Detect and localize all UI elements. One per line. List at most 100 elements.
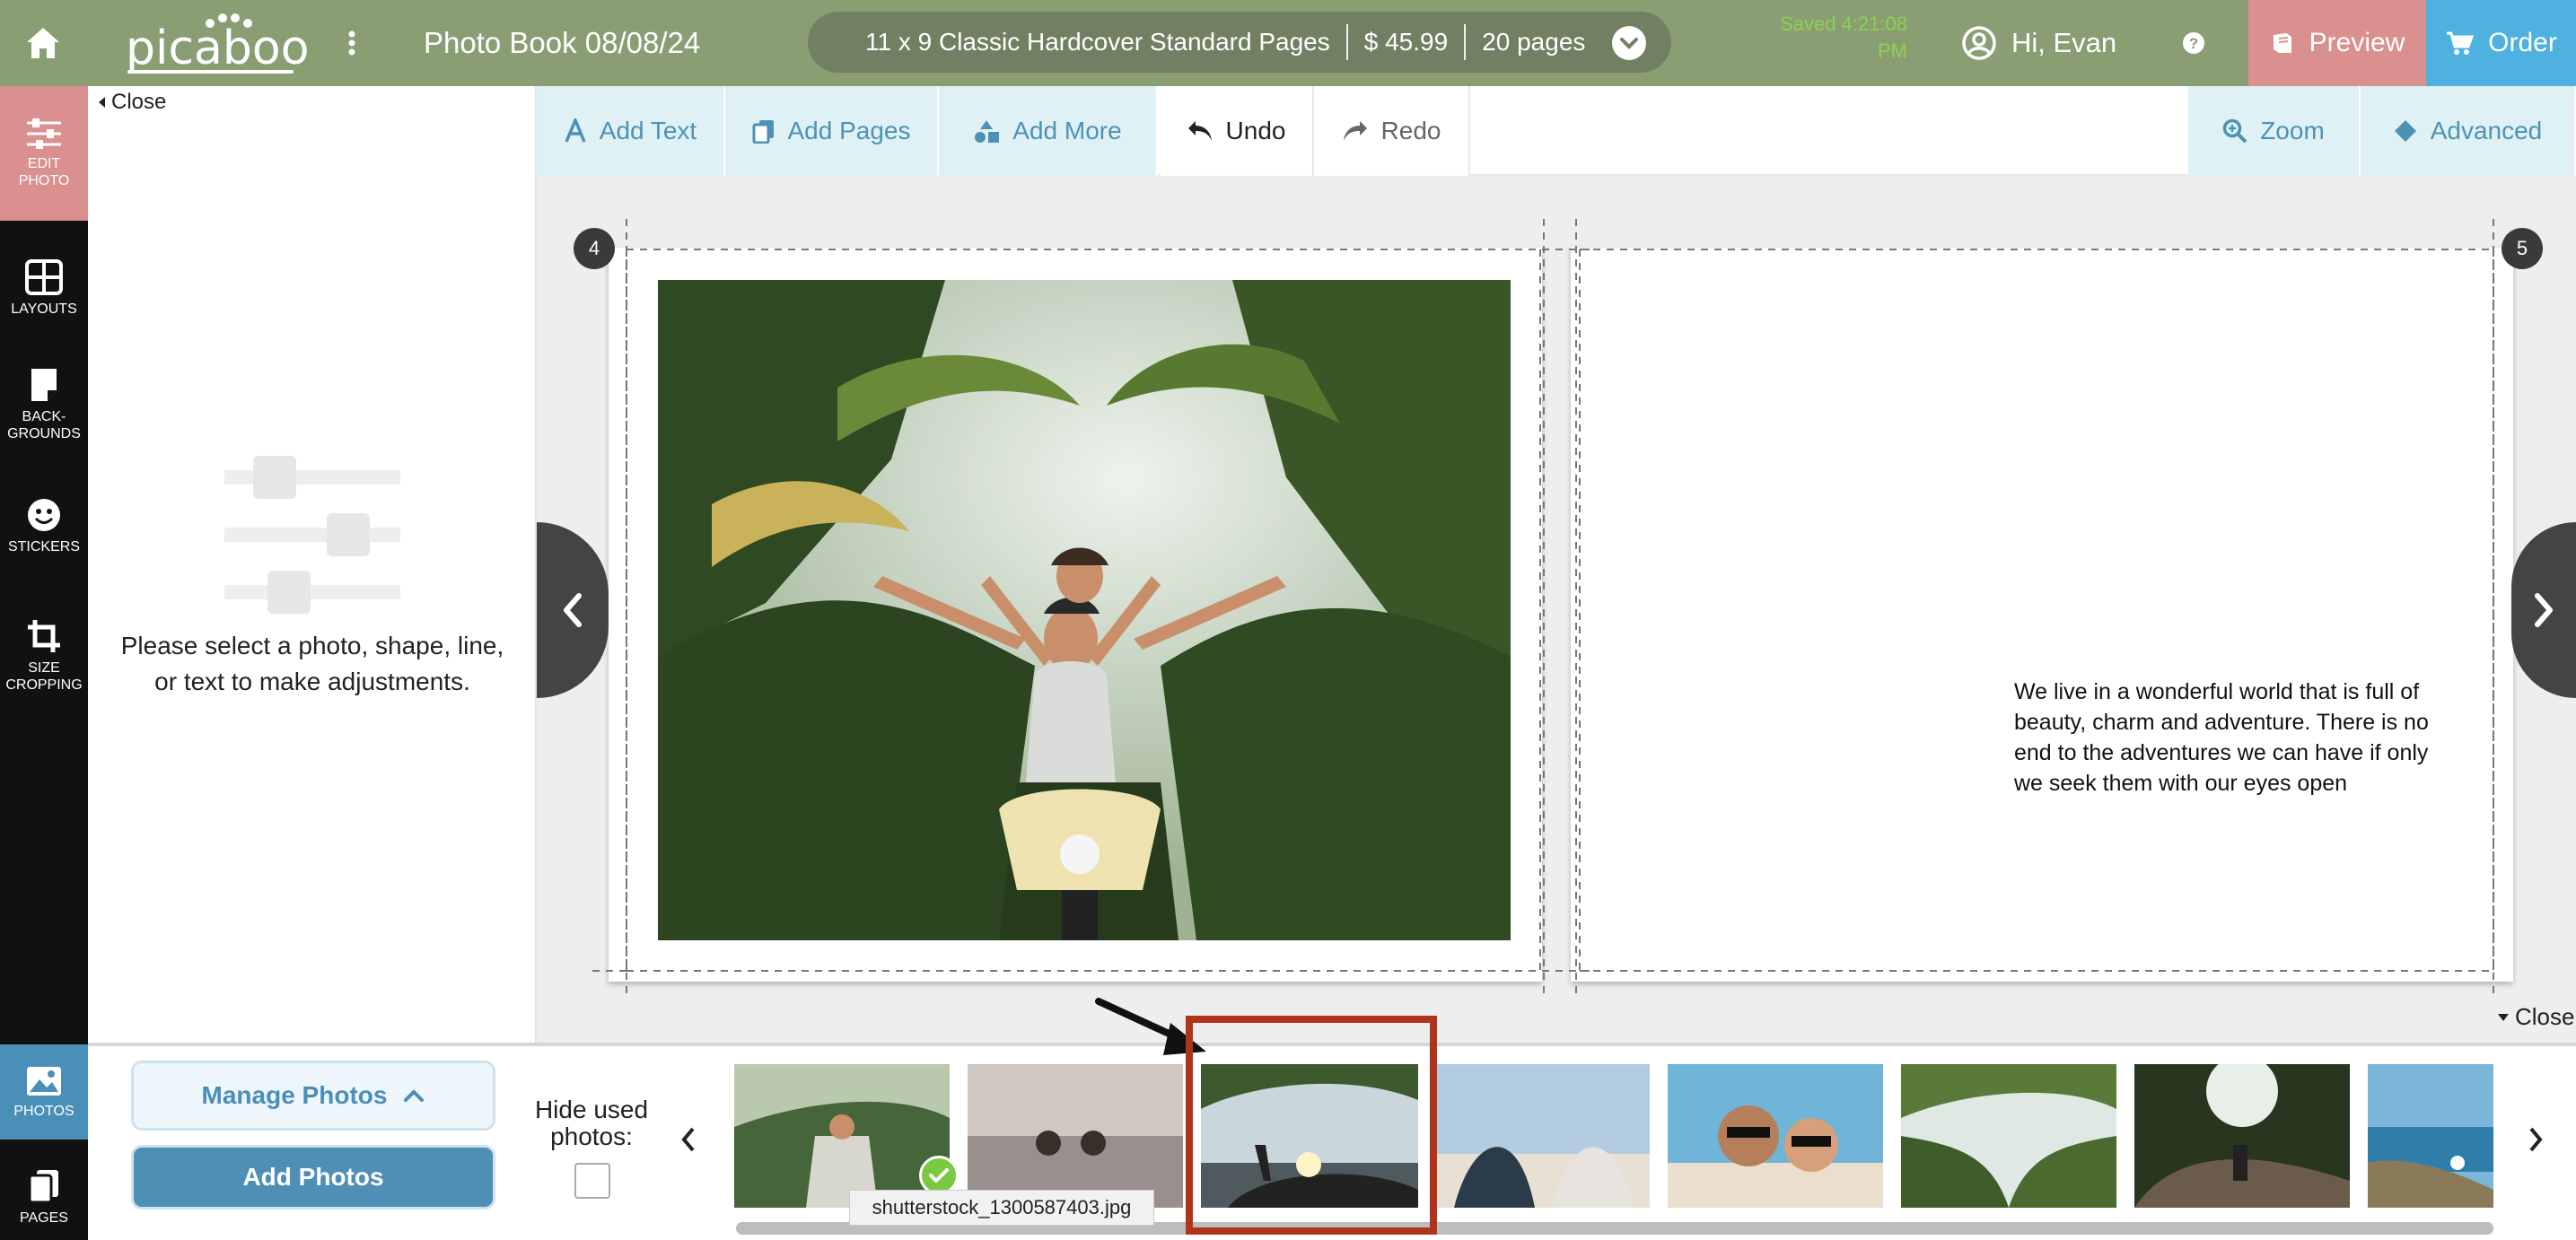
photo-thumbnail[interactable] bbox=[2134, 1064, 2350, 1208]
advanced-label: Advanced bbox=[2430, 117, 2543, 144]
help-button[interactable]: ? bbox=[2177, 27, 2210, 59]
undo-label: Undo bbox=[1225, 117, 1286, 144]
order-button[interactable]: Order bbox=[2426, 0, 2576, 86]
zoom-button[interactable]: Zoom bbox=[2188, 86, 2361, 176]
add-text-button[interactable]: Add Text bbox=[537, 86, 725, 176]
undo-icon bbox=[1187, 121, 1212, 141]
redo-button[interactable]: Redo bbox=[1314, 86, 1470, 176]
thumbnail-ocean-couple bbox=[968, 1064, 1183, 1208]
photo-thumbnail[interactable] bbox=[1668, 1064, 1883, 1208]
add-pages-button[interactable]: Add Pages bbox=[725, 86, 939, 176]
page-count: 20 pages bbox=[1482, 28, 1586, 56]
thumbnail-scooter bbox=[734, 1064, 950, 1208]
pages-icon bbox=[28, 1169, 58, 1203]
chevron-right-icon bbox=[2529, 1127, 2543, 1152]
divider bbox=[1345, 24, 1348, 60]
menu-kebab-button[interactable] bbox=[341, 22, 363, 65]
crop-icon bbox=[28, 620, 60, 652]
page-text-box[interactable]: We live in a wonderful world that is ful… bbox=[2014, 677, 2463, 799]
hide-used-checkbox[interactable] bbox=[574, 1163, 610, 1199]
rail-label: PAGES bbox=[20, 1209, 68, 1226]
user-icon bbox=[1962, 26, 1996, 60]
picaboo-logo[interactable]: picaboo bbox=[126, 7, 310, 79]
rail-layouts[interactable]: LAYOUTS bbox=[0, 239, 88, 337]
rail-label: PHOTO bbox=[18, 173, 70, 188]
photo-thumbnail[interactable] bbox=[1436, 1064, 1650, 1208]
add-text-label: Add Text bbox=[599, 117, 697, 144]
adjustments-placeholder-icon bbox=[224, 456, 400, 614]
tray-next-button[interactable] bbox=[2522, 1122, 2549, 1157]
order-label: Order bbox=[2488, 28, 2557, 57]
photo-thumbnail[interactable] bbox=[968, 1064, 1183, 1208]
photo-illustration bbox=[658, 280, 1511, 940]
logo-underline bbox=[127, 70, 294, 74]
rail-stickers[interactable]: STICKERS bbox=[0, 481, 88, 571]
preview-button[interactable]: Preview bbox=[2248, 0, 2426, 86]
sliders-icon bbox=[27, 118, 61, 149]
product-name: 11 x 9 Classic Hardcover Standard Pages bbox=[865, 28, 1330, 56]
rail-label: EDIT bbox=[27, 156, 61, 171]
save-status: Saved 4:21:08 PM bbox=[1755, 11, 1907, 65]
product-selector[interactable]: 11 x 9 Classic Hardcover Standard Pages … bbox=[808, 12, 1671, 73]
question-icon: ? bbox=[2183, 32, 2204, 54]
cart-icon bbox=[2447, 31, 2475, 55]
shapes-icon bbox=[975, 120, 1000, 143]
user-menu[interactable]: Hi, Evan bbox=[1961, 22, 2116, 65]
rail-photos[interactable]: PHOTOS bbox=[0, 1044, 88, 1140]
rail-label: STICKERS bbox=[7, 538, 80, 555]
smiley-icon bbox=[28, 498, 60, 531]
thumbnail-selfie-couple bbox=[1668, 1064, 1883, 1208]
svg-text:?: ? bbox=[2189, 35, 2198, 52]
caret-down-icon bbox=[2498, 1013, 2509, 1021]
text-a-icon bbox=[565, 118, 586, 143]
save-status-time: Saved 4:21:08 bbox=[1780, 13, 1907, 35]
thumbnail-cliff-view bbox=[2368, 1064, 2493, 1208]
manage-photos-button[interactable]: Manage Photos bbox=[131, 1061, 495, 1131]
preview-label: Preview bbox=[2309, 28, 2405, 57]
thumbnail-forest-hike bbox=[2134, 1064, 2350, 1208]
rail-label: PHOTOS bbox=[13, 1103, 74, 1119]
undo-button[interactable]: Undo bbox=[1160, 86, 1314, 176]
annotation-highlight-box bbox=[1186, 1016, 1437, 1235]
chevron-right-icon bbox=[2535, 593, 2553, 627]
caret-left-icon bbox=[99, 97, 105, 108]
background-note-icon bbox=[31, 369, 57, 401]
project-title[interactable]: Photo Book 08/08/24 bbox=[424, 22, 700, 65]
page-number-right: 5 bbox=[2502, 228, 2543, 269]
panel-close-link[interactable]: Close bbox=[97, 90, 166, 115]
rail-backgrounds[interactable]: BACK- GROUNDS bbox=[0, 355, 88, 454]
filename-tooltip: shutterstock_1300587403.jpg bbox=[849, 1190, 1154, 1226]
hide-used-label: Hide used photos: bbox=[524, 1096, 659, 1150]
rail-size-cropping[interactable]: SIZE CROPPING bbox=[0, 602, 88, 710]
advanced-button[interactable]: Advanced bbox=[2361, 86, 2576, 176]
chevron-down-icon[interactable] bbox=[1612, 26, 1646, 60]
logo-text: picaboo bbox=[126, 22, 310, 75]
panel-message: Please select a photo, shape, line, or t… bbox=[120, 632, 504, 695]
photo-thumbnail[interactable] bbox=[1901, 1064, 2116, 1208]
tray-close-label: Close bbox=[2515, 1003, 2575, 1030]
photo-thumbnail[interactable] bbox=[2368, 1064, 2493, 1208]
tray-close-link[interactable]: Close bbox=[2497, 1003, 2574, 1031]
book-icon bbox=[2273, 33, 2291, 53]
manage-photos-label: Manage Photos bbox=[201, 1081, 388, 1109]
add-photos-button[interactable]: Add Photos bbox=[131, 1145, 495, 1209]
add-more-button[interactable]: Add More bbox=[939, 86, 1158, 176]
rail-edit-photo[interactable]: EDIT PHOTO bbox=[0, 86, 88, 221]
tray-prev-button[interactable] bbox=[675, 1122, 702, 1157]
kebab-icon bbox=[348, 31, 355, 56]
hide-used-line1: Hide used bbox=[534, 1096, 649, 1123]
couple-scooter-photo[interactable] bbox=[658, 280, 1511, 940]
panel-close-label: Close bbox=[111, 90, 167, 114]
layout-grid-icon bbox=[25, 258, 63, 295]
chevron-left-icon bbox=[564, 593, 582, 627]
home-button[interactable] bbox=[0, 0, 86, 86]
left-rail: EDIT PHOTO LAYOUTS BACK- GROUNDS STICKER… bbox=[0, 86, 88, 1240]
rail-label: SIZE bbox=[28, 660, 60, 676]
rail-pages[interactable]: PAGES bbox=[0, 1154, 88, 1240]
divider bbox=[1464, 24, 1467, 60]
rail-label: CROPPING bbox=[5, 677, 83, 693]
zoom-label: Zoom bbox=[2260, 117, 2325, 144]
redo-label: Redo bbox=[1380, 117, 1441, 144]
save-status-ampm: PM bbox=[1878, 39, 1907, 62]
photo-thumbnail[interactable] bbox=[734, 1064, 950, 1208]
